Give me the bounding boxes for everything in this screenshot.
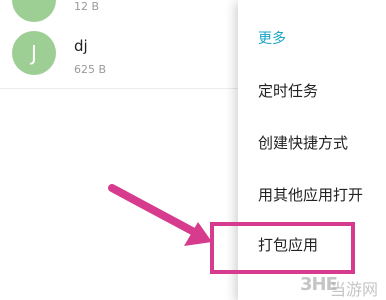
menu-item-scheduled-task[interactable]: 定时任务	[238, 66, 386, 116]
menu-item-create-shortcut[interactable]: 创建快捷方式	[238, 118, 386, 168]
highlight-box	[210, 222, 355, 274]
menu-header-more: 更多	[258, 31, 286, 47]
file-name: dj	[74, 37, 88, 55]
file-avatar: J	[12, 31, 56, 75]
arrow-shaft	[108, 184, 200, 237]
watermark-text: 当游网	[330, 280, 379, 299]
file-size: 12 B	[74, 0, 100, 13]
file-avatar	[12, 0, 56, 22]
menu-item-open-with[interactable]: 用其他应用打开	[238, 170, 386, 220]
avatar-letter: J	[31, 41, 37, 65]
arrow-head	[184, 222, 212, 246]
watermark: 3HE 当游网	[300, 270, 386, 300]
file-size: 625 B	[74, 63, 107, 76]
